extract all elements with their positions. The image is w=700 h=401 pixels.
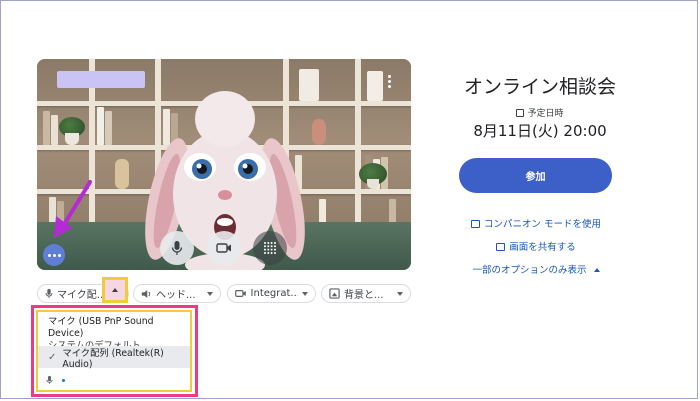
more-options-button[interactable] <box>379 70 399 92</box>
companion-mode-label: コンパニオン モードを使用 <box>483 219 602 230</box>
speaker-selector[interactable]: ヘッド... <box>133 284 221 303</box>
schedule-label: 予定日時 <box>527 109 564 119</box>
chevron-up-icon <box>593 268 600 272</box>
mic-level-dot <box>62 378 65 382</box>
microphone-dropdown-toggle[interactable] <box>102 277 128 303</box>
share-screen-label: 画面を共有する <box>509 242 576 253</box>
present-screen-icon <box>496 243 506 251</box>
background-replace-icon <box>329 288 340 299</box>
mic-option-usb[interactable]: マイク (USB PnP Sound Device) システムのデフォルト <box>38 314 190 351</box>
companion-mode-icon <box>470 220 480 228</box>
camera-selector[interactable]: Integrat... <box>227 284 316 303</box>
microphone-icon <box>46 375 53 385</box>
speaker-selector-label: ヘッド... <box>156 290 196 301</box>
speaker-icon <box>141 289 151 298</box>
microphone-icon <box>45 288 53 299</box>
schedule-label-row: 予定日時 <box>440 106 640 119</box>
mic-option-realtek-name: マイク配列 (Realtek(R) Audio) <box>62 347 164 370</box>
apply-visual-effects-button[interactable] <box>43 244 65 266</box>
more-vert-icon <box>387 74 391 78</box>
join-button[interactable]: 参加 <box>459 158 612 193</box>
effects-button[interactable] <box>253 231 287 265</box>
calendar-icon <box>516 109 525 117</box>
meeting-datetime: 8月11日(火) 20:00 <box>473 122 607 140</box>
chevron-up-icon <box>112 288 118 292</box>
microphone-selector-label: マイク配... <box>57 290 107 301</box>
microphone-icon <box>171 241 183 255</box>
videocam-icon <box>216 243 231 253</box>
more-horiz-icon <box>47 253 51 257</box>
visual-effects-icon <box>264 242 276 254</box>
videocam-icon <box>235 290 246 297</box>
microphone-button[interactable] <box>160 231 194 265</box>
chevron-down-icon <box>397 291 403 296</box>
background-selector-label: 背景と... <box>344 290 384 301</box>
meeting-title: オンライン相談会 <box>463 76 616 98</box>
companion-mode-link[interactable]: コンパニオン モードを使用 <box>440 216 632 230</box>
background-effects-selector[interactable]: 背景と... <box>321 284 411 303</box>
microphone-dropdown-menu: マイク (USB PnP Sound Device) システムのデフォルト ✓ … <box>36 310 192 392</box>
mic-option-realtek[interactable]: ✓ マイク配列 (Realtek(R) Audio) <box>38 346 190 370</box>
check-icon: ✓ <box>48 351 57 363</box>
mic-option-usb-name: マイク (USB PnP Sound Device) <box>48 316 154 339</box>
mic-level-indicator <box>46 375 65 385</box>
chevron-down-icon <box>302 291 308 296</box>
camera-button[interactable] <box>207 231 241 265</box>
show-fewer-options-label: 一部のオプションのみ表示 <box>472 265 587 276</box>
camera-selector-label: Integrat... <box>250 288 298 299</box>
video-preview <box>37 59 411 270</box>
participant-name-placeholder <box>57 71 145 88</box>
show-fewer-options-link[interactable]: 一部のオプションのみ表示 <box>440 262 632 276</box>
share-screen-link[interactable]: 画面を共有する <box>440 239 632 253</box>
chevron-down-icon <box>207 291 213 296</box>
